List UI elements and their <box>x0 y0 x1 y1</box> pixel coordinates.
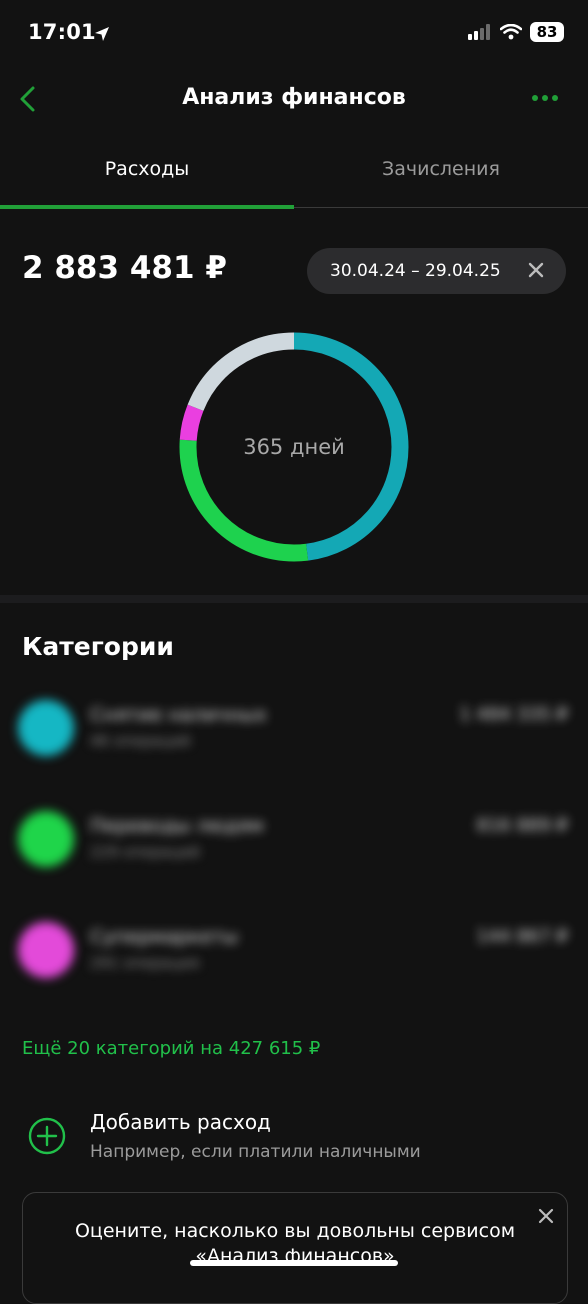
more-options-icon[interactable] <box>530 86 560 110</box>
add-expense-title[interactable]: Добавить расход <box>90 1110 271 1134</box>
category-name: Переводы людям <box>90 815 264 837</box>
donut-center-label: 365 дней <box>243 435 345 459</box>
total-amount: 2 883 481 ₽ <box>22 250 227 286</box>
category-operations: 229 операций <box>90 843 201 861</box>
wifi-icon <box>500 24 522 40</box>
clear-period-icon[interactable] <box>526 260 546 280</box>
page-title: Анализ финансов <box>182 85 406 110</box>
period-filter-chip[interactable]: 30.04.24 – 29.04.25 <box>307 248 566 294</box>
tab-income[interactable]: Зачисления <box>294 158 588 180</box>
close-icon[interactable] <box>537 1207 555 1225</box>
category-operations: 291 операция <box>90 954 200 972</box>
feedback-card[interactable]: Оцените, насколько вы довольны сервисом … <box>22 1192 568 1304</box>
category-amount: 816 889 ₽ <box>476 815 568 836</box>
category-amount: 1 484 335 ₽ <box>459 704 568 725</box>
category-operations: 46 операций <box>90 732 191 750</box>
location-arrow-icon <box>95 27 109 41</box>
add-expense-icon[interactable] <box>28 1117 66 1155</box>
status-time: 17:01 <box>28 20 96 44</box>
section-divider <box>0 595 588 603</box>
category-row[interactable]: Супермаркеты 291 операция 144 867 ₽ <box>0 922 588 1002</box>
category-icon <box>18 922 74 978</box>
category-row[interactable]: Снятие наличных 46 операций 1 484 335 ₽ <box>0 700 588 780</box>
battery-indicator: 83 <box>530 22 564 42</box>
status-indicators: 83 <box>468 22 564 42</box>
category-icon <box>18 811 74 867</box>
categories-heading: Категории <box>22 632 174 661</box>
more-categories-link[interactable]: Ещё 20 категорий на 427 615 ₽ <box>22 1038 320 1059</box>
category-name: Супермаркеты <box>90 926 238 948</box>
tab-active-indicator <box>0 205 294 209</box>
add-expense-subtitle: Например, если платили наличными <box>90 1142 421 1162</box>
category-row[interactable]: Переводы людям 229 операций 816 889 ₽ <box>0 811 588 891</box>
tab-expenses[interactable]: Расходы <box>0 158 294 180</box>
category-name: Снятие наличных <box>90 704 267 726</box>
home-indicator <box>190 1260 398 1266</box>
period-label: 30.04.24 – 29.04.25 <box>330 261 501 281</box>
category-amount: 144 867 ₽ <box>476 926 568 947</box>
signal-icon <box>468 24 490 40</box>
category-icon <box>18 700 74 756</box>
